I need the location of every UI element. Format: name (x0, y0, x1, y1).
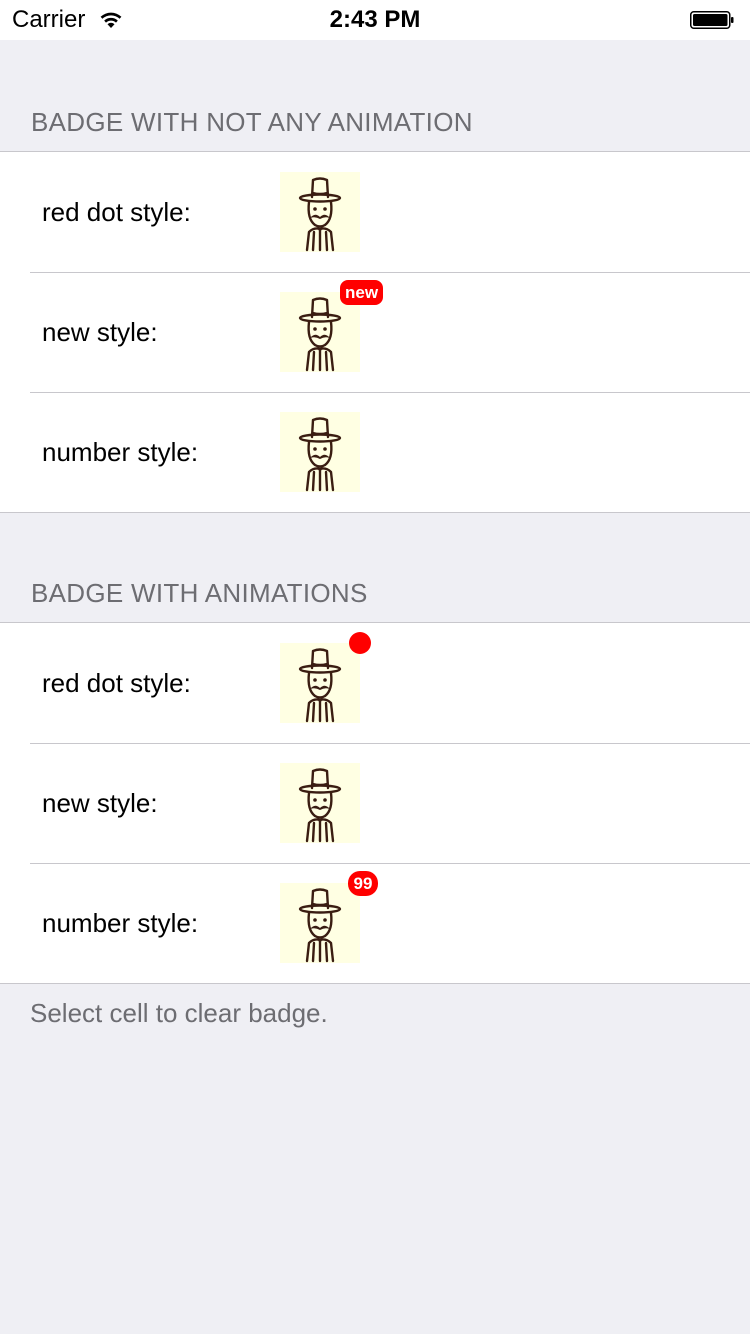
gentleman-top-hat-icon (280, 763, 360, 843)
gentleman-top-hat-icon (280, 412, 360, 492)
avatar (280, 632, 371, 723)
cell-new-style[interactable]: new style: new (0, 272, 750, 392)
avatar: new (280, 280, 384, 372)
cell-new-style[interactable]: new style: (0, 743, 750, 863)
cell-red-dot-style[interactable]: red dot style: (0, 152, 750, 272)
section-no-animation: red dot style: new style: new number sty… (0, 151, 750, 513)
avatar (280, 763, 360, 843)
status-bar: Carrier 2:43 PM (0, 0, 750, 40)
gentleman-top-hat-icon (280, 643, 360, 723)
section-header-animations: BADGE WITH ANIMATIONS (31, 578, 368, 608)
cell-label: red dot style: (42, 668, 191, 698)
gentleman-top-hat-icon (280, 172, 360, 252)
battery-icon (690, 11, 734, 29)
avatar: 99 (280, 871, 378, 963)
cell-number-style[interactable]: number style: 99 (0, 863, 750, 983)
new-badge: new (340, 280, 384, 305)
cell-red-dot-style[interactable]: red dot style: (0, 623, 750, 743)
clock: 2:43 PM (329, 6, 421, 33)
cell-label: number style: (42, 437, 199, 467)
cell-label: number style: (42, 908, 199, 938)
red-dot-badge (349, 632, 371, 654)
cell-label: new style: (42, 788, 158, 818)
number-badge: 99 (348, 871, 378, 896)
cell-number-style[interactable]: number style: (0, 392, 750, 512)
cell-label: red dot style: (42, 197, 191, 227)
footer-hint: Select cell to clear badge. (30, 998, 328, 1028)
cell-label: new style: (42, 317, 158, 347)
section-header-no-animation: BADGE WITH NOT ANY ANIMATION (31, 107, 473, 137)
avatar (280, 172, 360, 252)
avatar (280, 412, 360, 492)
section-animations: red dot style: new style: number style: … (0, 622, 750, 984)
gentleman-top-hat-icon (280, 883, 360, 963)
